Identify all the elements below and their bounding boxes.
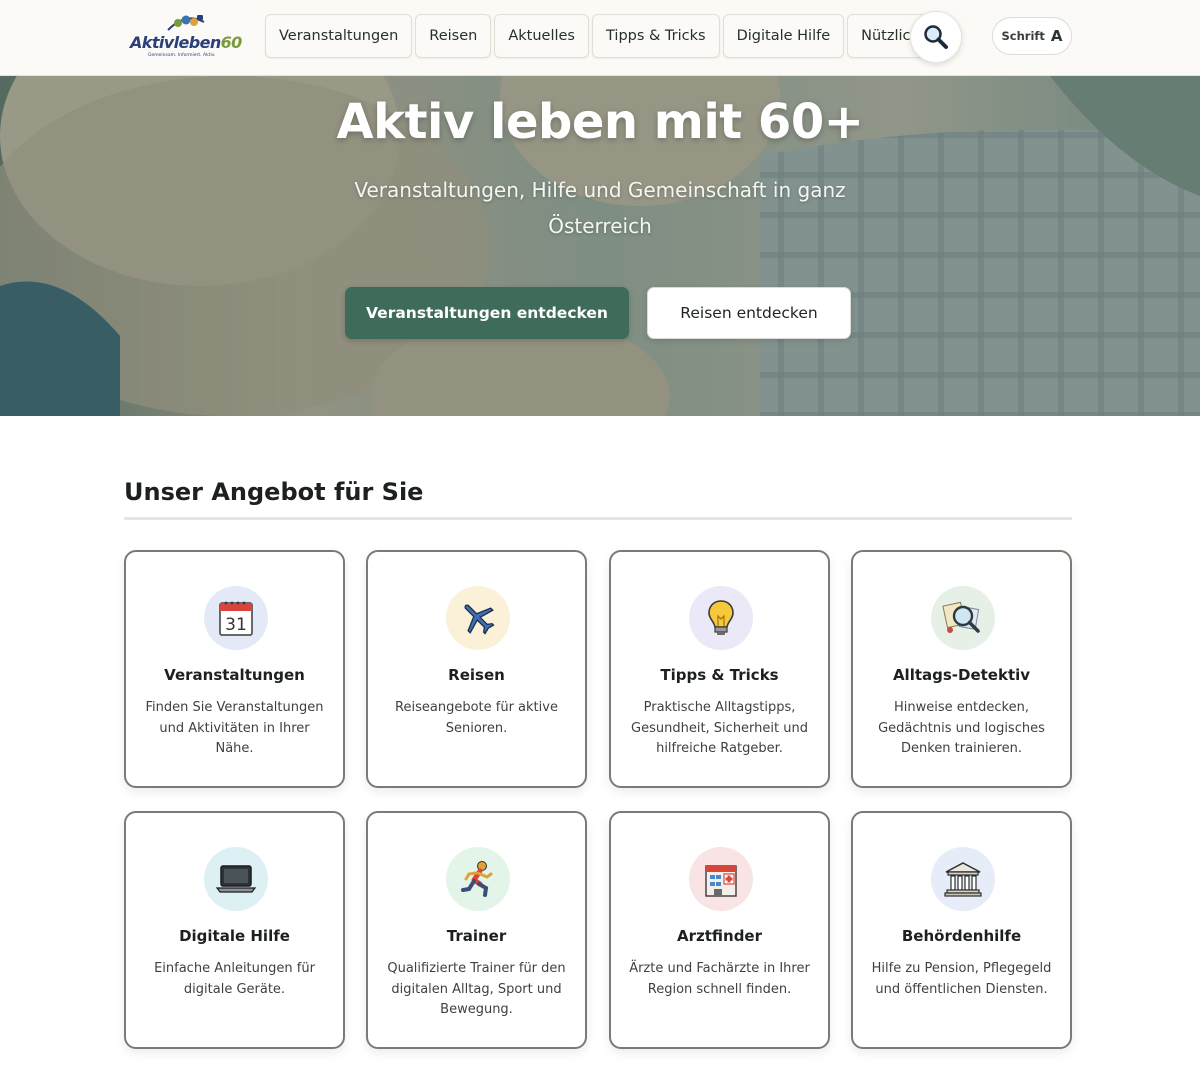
search-button[interactable]	[910, 11, 962, 63]
hero-subtitle: Veranstaltungen, Hilfe und Gemeinschaft …	[354, 178, 846, 238]
offer-card-title: Alltags-Detektiv	[892, 666, 1031, 684]
offer-card-behoerdenhilfe[interactable]: Behördenhilfe Hilfe zu Pension, Pflegege…	[851, 811, 1072, 1049]
offer-card-description: Ärzte und Fachärzte in Ihrer Region schn…	[629, 961, 810, 997]
airplane-icon	[446, 586, 510, 650]
offer-card-tipps-tricks[interactable]: Tipps & Tricks Praktische Alltagstipps, …	[609, 550, 830, 788]
hero-title: Aktiv leben mit 60+	[336, 94, 864, 150]
offer-card-description: Einfache Anleitungen für digitale Geräte…	[154, 961, 315, 997]
offer-card-description: Praktische Alltagstipps, Gesundheit, Sic…	[631, 700, 808, 756]
main-navigation: Veranstaltungen Reisen Aktuelles Tipps &…	[265, 14, 951, 58]
nav-item-tipps-tricks[interactable]: Tipps & Tricks	[592, 14, 720, 58]
offer-card-trainer[interactable]: Trainer Qualifizierte Trainer für den di…	[366, 811, 587, 1049]
offer-card-reisen[interactable]: Reisen Reiseangebote für aktive Senioren…	[366, 550, 587, 788]
hospital-icon	[689, 847, 753, 911]
offer-card-title: Veranstaltungen	[164, 666, 305, 684]
lightbulb-icon	[689, 586, 753, 650]
government-building-icon	[931, 847, 995, 911]
offer-card-description: Finden Sie Veranstaltungen und Aktivität…	[145, 700, 324, 756]
nav-item-aktuelles[interactable]: Aktuelles	[494, 14, 589, 58]
hero-section: Aktiv leben mit 60+ Veranstaltungen, Hil…	[0, 76, 1200, 416]
calendar-date-text: 31	[225, 615, 247, 635]
runner-icon	[446, 847, 510, 911]
site-logo[interactable]: Aktivleben60 Gemeinsam. Informiert. Akti…	[128, 12, 242, 64]
font-size-glyph: A	[1050, 27, 1063, 45]
offer-card-alltags-detektiv[interactable]: Alltags-Detektiv Hinweise entdecken, Ged…	[851, 550, 1072, 788]
logo-wordmark: Aktivleben60	[130, 33, 242, 52]
offer-card-title: Arztfinder	[676, 927, 762, 945]
font-size-label: Schrift	[1001, 29, 1045, 43]
logo-graphic-icon	[167, 15, 205, 31]
offer-card-title: Behördenhilfe	[901, 927, 1022, 945]
nav-item-digitale-hilfe[interactable]: Digitale Hilfe	[722, 14, 845, 58]
offer-card-description: Reiseangebote für aktive Senioren.	[395, 700, 558, 736]
offer-card-digitale-hilfe[interactable]: Digitale Hilfe Einfache Anleitungen für …	[124, 811, 345, 1049]
offer-card-title: Reisen	[448, 666, 505, 684]
offers-section-title: Unser Angebot für Sie	[124, 478, 424, 506]
calendar-icon: 31	[204, 586, 268, 650]
logo-tagline: Gemeinsam. Informiert. Aktiv.	[148, 53, 216, 58]
section-divider	[124, 517, 1072, 520]
offer-card-description: Hinweise entdecken, Gedächtnis und logis…	[878, 700, 1045, 756]
font-size-button[interactable]: Schrift A	[992, 17, 1072, 55]
nav-item-veranstaltungen[interactable]: Veranstaltungen	[265, 14, 413, 58]
discover-travel-button[interactable]: Reisen entdecken	[647, 287, 851, 339]
discover-events-button[interactable]: Veranstaltungen entdecken	[345, 287, 629, 339]
magnifier-clues-icon	[931, 586, 995, 650]
offer-card-description: Qualifizierte Trainer für den digitalen …	[387, 961, 566, 1017]
offer-card-title: Trainer	[446, 927, 507, 945]
offer-card-title: Digitale Hilfe	[179, 927, 290, 945]
offer-card-title: Tipps & Tricks	[660, 666, 779, 684]
site-header: Aktivleben60 Gemeinsam. Informiert. Akti…	[0, 0, 1200, 76]
nav-item-reisen[interactable]: Reisen	[415, 14, 492, 58]
offer-card-veranstaltungen[interactable]: 31 Veranstaltungen Finden Sie Veranstalt…	[124, 550, 345, 788]
laptop-icon	[204, 847, 268, 911]
search-icon	[924, 25, 948, 49]
offer-card-arztfinder[interactable]: Arztfinder Ärzte und Fachärzte in Ihrer …	[609, 811, 830, 1049]
offer-card-description: Hilfe zu Pension, Pflegegeld und öffentl…	[871, 961, 1052, 997]
